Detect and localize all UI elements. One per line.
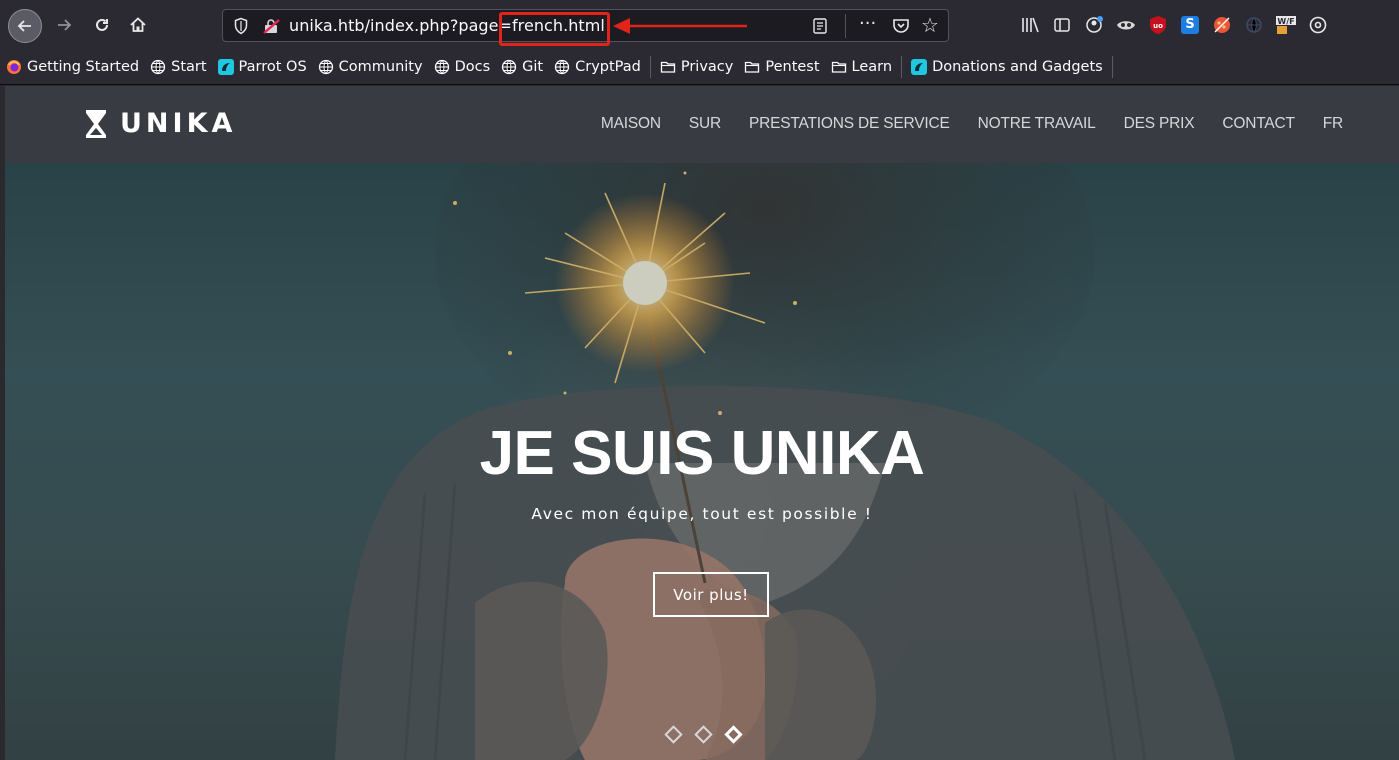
settings-extension-icon[interactable] (1306, 13, 1330, 37)
svg-text:W/F: W/F (1277, 17, 1294, 26)
url-highlight-box (499, 12, 610, 46)
library-icon[interactable] (1018, 13, 1042, 37)
bookmark-folder-pentest[interactable]: Pentest (744, 59, 820, 75)
firefox-icon (7, 60, 21, 74)
globe-icon (502, 59, 517, 75)
network-extension-icon[interactable] (1242, 13, 1266, 37)
home-button[interactable] (126, 13, 150, 37)
sidebar-icon[interactable] (1050, 13, 1074, 37)
nav-notre-travail[interactable]: NOTRE TRAVAIL (978, 115, 1096, 133)
carousel-dot-2[interactable] (694, 725, 713, 744)
bookmarks-bar: Getting Started Start Parrot OS Communit… (0, 50, 1399, 85)
bookmark-label: Community (338, 59, 423, 75)
arrow-right-icon (58, 19, 72, 31)
bookmark-separator (1111, 56, 1113, 78)
bookmark-getting-started[interactable]: Getting Started (6, 59, 139, 75)
carousel-dot-3[interactable] (724, 725, 743, 744)
globe-icon (318, 59, 333, 75)
bookmark-label: Getting Started (27, 59, 140, 75)
bookmark-folder-learn[interactable]: Learn (831, 59, 893, 75)
bookmark-cryptpad[interactable]: CryptPad (554, 59, 641, 75)
nav-des-prix[interactable]: DES PRIX (1124, 115, 1195, 133)
stylus-icon[interactable]: S (1178, 13, 1202, 37)
bookmark-git[interactable]: Git (501, 59, 543, 75)
bookmark-label: Privacy (680, 59, 734, 75)
site-logo[interactable]: UNIKA (85, 108, 236, 139)
bookmark-label: Parrot OS (238, 59, 307, 75)
reader-view-icon[interactable] (811, 17, 829, 35)
bookmark-star-icon[interactable]: ☆ (921, 13, 939, 37)
web-page: UNIKA MAISON SUR PRESTATIONS DE SERVICE … (5, 86, 1399, 760)
page-actions-icon[interactable]: ··· (859, 13, 876, 34)
hourglass-logo-icon (86, 109, 106, 138)
ublock-icon[interactable]: uo (1146, 13, 1170, 37)
svg-text:uo: uo (1153, 22, 1163, 30)
back-button[interactable] (8, 9, 42, 43)
bookmark-start[interactable]: Start (150, 59, 207, 75)
bookmark-parrot-os[interactable]: Parrot OS (217, 59, 307, 75)
pocket-icon[interactable] (891, 16, 911, 36)
cookie-extension-icon[interactable] (1210, 13, 1234, 37)
hero-subtitle: Avec mon équipe, tout est possible ! (531, 505, 873, 523)
carousel-indicators (664, 725, 757, 744)
nav-contact[interactable]: CONTACT (1222, 115, 1295, 133)
logo-text: UNIKA (120, 108, 237, 139)
folder-icon (745, 61, 760, 73)
bookmark-donations[interactable]: Donations and Gadgets (911, 59, 1103, 75)
reload-icon (96, 18, 108, 31)
bookmark-separator (901, 56, 903, 78)
site-nav: MAISON SUR PRESTATIONS DE SERVICE NOTRE … (573, 115, 1343, 133)
home-icon (130, 17, 146, 32)
bookmark-community[interactable]: Community (318, 59, 423, 75)
nav-sur[interactable]: SUR (689, 115, 721, 133)
bookmark-label: Learn (851, 59, 893, 75)
parrot-icon (911, 59, 928, 75)
bookmark-separator (649, 56, 651, 78)
globe-icon (150, 59, 166, 75)
nav-language[interactable]: FR (1323, 115, 1343, 133)
toolbar-extensions: uo S W/F (1018, 13, 1338, 37)
url-prefix: unika.htb/index.php?page= (289, 16, 512, 35)
hero-section: JE SUIS UNIKA Avec mon équipe, tout est … (5, 163, 1399, 760)
url-divider (845, 14, 846, 38)
bookmark-label: Donations and Gadgets (932, 59, 1103, 75)
extension-mask-icon[interactable] (1114, 13, 1138, 37)
folder-icon (660, 61, 676, 73)
account-icon[interactable] (1082, 13, 1106, 37)
globe-icon (434, 59, 449, 75)
red-arrow-annotation (613, 18, 747, 34)
hero-title: JE SUIS UNIKA (479, 419, 925, 488)
insecure-lock-icon[interactable] (263, 18, 281, 34)
carousel-dot-1[interactable] (664, 725, 683, 744)
forward-button[interactable] (52, 13, 76, 37)
bookmark-docs[interactable]: Docs (434, 59, 491, 75)
folder-icon (831, 61, 846, 73)
see-more-button[interactable]: Voir plus! (653, 572, 769, 617)
arrow-left-icon (17, 20, 31, 32)
reload-button[interactable] (90, 13, 114, 37)
bookmark-label: Docs (454, 59, 491, 75)
bookmark-folder-privacy[interactable]: Privacy (660, 59, 734, 75)
bookmark-label: Git (522, 59, 544, 75)
site-header: UNIKA MAISON SUR PRESTATIONS DE SERVICE … (5, 86, 1399, 163)
browser-toolbar: unika.htb/index.php?page=french.html ···… (0, 0, 1399, 50)
bookmark-label: Pentest (765, 59, 820, 75)
parrot-icon (217, 59, 234, 75)
globe-icon (554, 59, 570, 75)
nav-prestations[interactable]: PRESTATIONS DE SERVICE (749, 115, 950, 133)
tracking-shield-icon[interactable] (233, 17, 249, 35)
nav-maison[interactable]: MAISON (601, 115, 661, 133)
wappalyzer-icon[interactable]: W/F (1274, 13, 1298, 37)
bookmark-label: CryptPad (575, 59, 641, 75)
bookmark-label: Start (171, 59, 207, 75)
